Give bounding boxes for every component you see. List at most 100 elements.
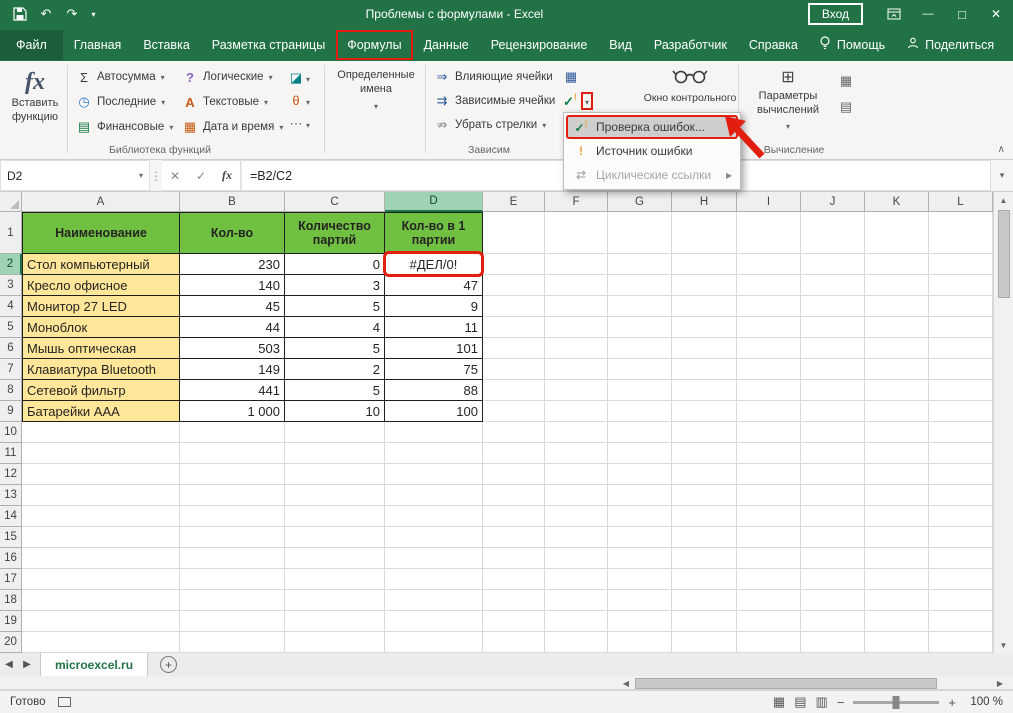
cell-E1[interactable] — [483, 212, 545, 254]
cell-A14[interactable] — [22, 506, 180, 527]
cell-G12[interactable] — [608, 464, 672, 485]
cell-I20[interactable] — [737, 632, 801, 653]
cell-A16[interactable] — [22, 548, 180, 569]
cell-G1[interactable] — [608, 212, 672, 254]
cell-I7[interactable] — [737, 359, 801, 380]
zoom-out-icon[interactable] — [837, 695, 845, 710]
zoom-slider-thumb[interactable] — [893, 696, 900, 709]
cell-L16[interactable] — [929, 548, 993, 569]
row-header-17[interactable]: 17 — [0, 569, 22, 590]
ribbon-button-autosum[interactable]: Автосумма — [72, 66, 177, 88]
cell-F5[interactable] — [545, 317, 608, 338]
cell-E5[interactable] — [483, 317, 545, 338]
cell-B15[interactable] — [180, 527, 285, 548]
row-header-8[interactable]: 8 — [0, 380, 22, 401]
row-header-16[interactable]: 16 — [0, 548, 22, 569]
row-header-10[interactable]: 10 — [0, 422, 22, 443]
cell-K17[interactable] — [865, 569, 929, 590]
cell-H3[interactable] — [672, 275, 737, 296]
cell-L3[interactable] — [929, 275, 993, 296]
cell-F2[interactable] — [545, 254, 608, 275]
cell-J5[interactable] — [801, 317, 865, 338]
cell-B13[interactable] — [180, 485, 285, 506]
cell-H9[interactable] — [672, 401, 737, 422]
cell-B8[interactable]: 441 — [180, 380, 285, 401]
chevron-down-icon[interactable] — [139, 171, 143, 180]
menu-item-circular-references[interactable]: Циклические ссылки — [566, 163, 738, 187]
select-all-corner[interactable] — [0, 192, 22, 212]
cell-C14[interactable] — [285, 506, 385, 527]
cell-L4[interactable] — [929, 296, 993, 317]
calculate-sheet-icon[interactable] — [838, 99, 854, 115]
column-header-L[interactable]: L — [929, 192, 993, 212]
cell-I19[interactable] — [737, 611, 801, 632]
cell-E19[interactable] — [483, 611, 545, 632]
cell-B7[interactable]: 149 — [180, 359, 285, 380]
column-header-J[interactable]: J — [801, 192, 865, 212]
cell-E8[interactable] — [483, 380, 545, 401]
cell-L9[interactable] — [929, 401, 993, 422]
tab-view[interactable]: Вид — [598, 30, 643, 60]
page-layout-view-icon[interactable] — [794, 694, 806, 710]
close-button[interactable] — [979, 0, 1013, 28]
cell-H20[interactable] — [672, 632, 737, 653]
cell-E16[interactable] — [483, 548, 545, 569]
cell-I14[interactable] — [737, 506, 801, 527]
cell-L2[interactable] — [929, 254, 993, 275]
lookup-reference-button[interactable] — [288, 68, 310, 87]
row-header-6[interactable]: 6 — [0, 338, 22, 359]
cell-E13[interactable] — [483, 485, 545, 506]
cell-J20[interactable] — [801, 632, 865, 653]
ribbon-button-logical[interactable]: Логические — [178, 66, 287, 88]
cell-F19[interactable] — [545, 611, 608, 632]
zoom-slider[interactable] — [853, 701, 939, 704]
cell-J13[interactable] — [801, 485, 865, 506]
cell-K16[interactable] — [865, 548, 929, 569]
cell-H1[interactable] — [672, 212, 737, 254]
cell-G15[interactable] — [608, 527, 672, 548]
cell-G2[interactable] — [608, 254, 672, 275]
cell-L11[interactable] — [929, 443, 993, 464]
show-formulas-button[interactable] — [560, 66, 593, 87]
cell-I18[interactable] — [737, 590, 801, 611]
column-header-K[interactable]: K — [865, 192, 929, 212]
column-header-D[interactable]: D — [385, 192, 483, 212]
cell-L19[interactable] — [929, 611, 993, 632]
cell-K8[interactable] — [865, 380, 929, 401]
tab-insert[interactable]: Вставка — [132, 30, 200, 60]
ribbon-button-remove-arrows[interactable]: Убрать стрелки — [430, 114, 559, 136]
cell-A19[interactable] — [22, 611, 180, 632]
cell-D20[interactable] — [385, 632, 483, 653]
cell-F15[interactable] — [545, 527, 608, 548]
cell-C15[interactable] — [285, 527, 385, 548]
insert-function-button[interactable]: Вставить функцию — [6, 67, 64, 125]
cell-G13[interactable] — [608, 485, 672, 506]
cell-F11[interactable] — [545, 443, 608, 464]
name-box[interactable]: D2 — [0, 160, 150, 191]
ribbon-display-options-icon[interactable] — [877, 0, 911, 28]
cell-F16[interactable] — [545, 548, 608, 569]
cell-A10[interactable] — [22, 422, 180, 443]
cell-K10[interactable] — [865, 422, 929, 443]
tell-me-help[interactable]: Помощь — [809, 36, 895, 53]
cell-D6[interactable]: 101 — [385, 338, 483, 359]
cell-E3[interactable] — [483, 275, 545, 296]
save-icon[interactable] — [8, 3, 32, 25]
error-cell-D2[interactable]: #ДЕЛ/0! — [385, 254, 483, 275]
scroll-up-icon[interactable] — [994, 192, 1013, 208]
cell-G8[interactable] — [608, 380, 672, 401]
column-header-C[interactable]: C — [285, 192, 385, 212]
defined-names-button[interactable]: Определенные имена — [330, 69, 422, 113]
cell-K14[interactable] — [865, 506, 929, 527]
cell-F9[interactable] — [545, 401, 608, 422]
cell-D19[interactable] — [385, 611, 483, 632]
cell-K4[interactable] — [865, 296, 929, 317]
watch-window-button[interactable]: Окно контрольного — [638, 68, 742, 105]
cancel-icon[interactable] — [162, 169, 188, 183]
cell-D5[interactable]: 11 — [385, 317, 483, 338]
row-header-20[interactable]: 20 — [0, 632, 22, 653]
calculate-now-icon[interactable] — [838, 73, 854, 89]
cell-B6[interactable]: 503 — [180, 338, 285, 359]
vertical-scrollbar[interactable] — [993, 192, 1013, 653]
cell-A1[interactable]: Наименование — [22, 212, 180, 254]
